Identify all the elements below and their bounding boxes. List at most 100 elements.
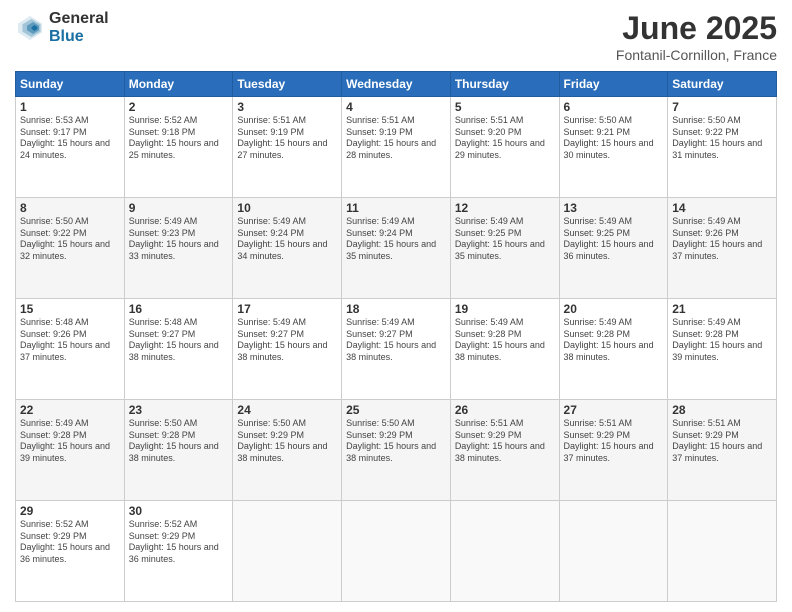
day-number: 7 [672,100,772,114]
day-info: Sunrise: 5:50 AMSunset: 9:29 PMDaylight:… [346,418,446,465]
day-info: Sunrise: 5:49 AMSunset: 9:23 PMDaylight:… [129,216,229,263]
calendar-cell: 25 Sunrise: 5:50 AMSunset: 9:29 PMDaylig… [342,400,451,501]
calendar-cell: 9 Sunrise: 5:49 AMSunset: 9:23 PMDayligh… [124,198,233,299]
calendar-day-header: Wednesday [342,72,451,97]
calendar-cell: 22 Sunrise: 5:49 AMSunset: 9:28 PMDaylig… [16,400,125,501]
logo: General Blue [15,10,109,45]
location: Fontanil-Cornillon, France [616,47,777,63]
calendar-cell: 15 Sunrise: 5:48 AMSunset: 9:26 PMDaylig… [16,299,125,400]
calendar-cell: 12 Sunrise: 5:49 AMSunset: 9:25 PMDaylig… [450,198,559,299]
calendar-cell: 10 Sunrise: 5:49 AMSunset: 9:24 PMDaylig… [233,198,342,299]
calendar-cell: 23 Sunrise: 5:50 AMSunset: 9:28 PMDaylig… [124,400,233,501]
day-number: 12 [455,201,555,215]
calendar-cell: 2 Sunrise: 5:52 AMSunset: 9:18 PMDayligh… [124,97,233,198]
day-info: Sunrise: 5:50 AMSunset: 9:29 PMDaylight:… [237,418,337,465]
calendar-cell: 20 Sunrise: 5:49 AMSunset: 9:28 PMDaylig… [559,299,668,400]
day-info: Sunrise: 5:49 AMSunset: 9:26 PMDaylight:… [672,216,772,263]
calendar-day-header: Saturday [668,72,777,97]
day-info: Sunrise: 5:51 AMSunset: 9:20 PMDaylight:… [455,115,555,162]
calendar-cell: 29 Sunrise: 5:52 AMSunset: 9:29 PMDaylig… [16,501,125,602]
calendar-cell: 1 Sunrise: 5:53 AMSunset: 9:17 PMDayligh… [16,97,125,198]
day-info: Sunrise: 5:51 AMSunset: 9:19 PMDaylight:… [237,115,337,162]
day-info: Sunrise: 5:49 AMSunset: 9:27 PMDaylight:… [237,317,337,364]
calendar-cell: 28 Sunrise: 5:51 AMSunset: 9:29 PMDaylig… [668,400,777,501]
calendar-cell [233,501,342,602]
day-number: 5 [455,100,555,114]
calendar-cell: 14 Sunrise: 5:49 AMSunset: 9:26 PMDaylig… [668,198,777,299]
calendar-week-row: 8 Sunrise: 5:50 AMSunset: 9:22 PMDayligh… [16,198,777,299]
logo-blue-text: Blue [49,28,109,46]
day-number: 27 [564,403,664,417]
calendar-cell: 27 Sunrise: 5:51 AMSunset: 9:29 PMDaylig… [559,400,668,501]
day-info: Sunrise: 5:50 AMSunset: 9:21 PMDaylight:… [564,115,664,162]
calendar-cell: 7 Sunrise: 5:50 AMSunset: 9:22 PMDayligh… [668,97,777,198]
month-title: June 2025 [616,10,777,47]
calendar-cell [668,501,777,602]
day-number: 8 [20,201,120,215]
day-number: 21 [672,302,772,316]
calendar-cell: 18 Sunrise: 5:49 AMSunset: 9:27 PMDaylig… [342,299,451,400]
calendar-cell [342,501,451,602]
day-number: 17 [237,302,337,316]
day-number: 1 [20,100,120,114]
calendar-day-header: Thursday [450,72,559,97]
day-number: 23 [129,403,229,417]
calendar-cell: 24 Sunrise: 5:50 AMSunset: 9:29 PMDaylig… [233,400,342,501]
day-info: Sunrise: 5:51 AMSunset: 9:29 PMDaylight:… [455,418,555,465]
day-info: Sunrise: 5:49 AMSunset: 9:28 PMDaylight:… [455,317,555,364]
title-block: June 2025 Fontanil-Cornillon, France [616,10,777,63]
calendar-cell: 21 Sunrise: 5:49 AMSunset: 9:28 PMDaylig… [668,299,777,400]
day-info: Sunrise: 5:51 AMSunset: 9:29 PMDaylight:… [672,418,772,465]
day-number: 30 [129,504,229,518]
calendar-cell: 8 Sunrise: 5:50 AMSunset: 9:22 PMDayligh… [16,198,125,299]
day-number: 24 [237,403,337,417]
day-info: Sunrise: 5:49 AMSunset: 9:28 PMDaylight:… [564,317,664,364]
day-number: 18 [346,302,446,316]
calendar-cell: 6 Sunrise: 5:50 AMSunset: 9:21 PMDayligh… [559,97,668,198]
day-number: 14 [672,201,772,215]
day-info: Sunrise: 5:50 AMSunset: 9:28 PMDaylight:… [129,418,229,465]
calendar-day-header: Sunday [16,72,125,97]
calendar-week-row: 29 Sunrise: 5:52 AMSunset: 9:29 PMDaylig… [16,501,777,602]
calendar-header-row: SundayMondayTuesdayWednesdayThursdayFrid… [16,72,777,97]
calendar-cell: 16 Sunrise: 5:48 AMSunset: 9:27 PMDaylig… [124,299,233,400]
header: General Blue June 2025 Fontanil-Cornillo… [15,10,777,63]
calendar-week-row: 1 Sunrise: 5:53 AMSunset: 9:17 PMDayligh… [16,97,777,198]
day-number: 29 [20,504,120,518]
calendar-day-header: Monday [124,72,233,97]
calendar-cell: 4 Sunrise: 5:51 AMSunset: 9:19 PMDayligh… [342,97,451,198]
day-info: Sunrise: 5:49 AMSunset: 9:24 PMDaylight:… [346,216,446,263]
calendar-week-row: 15 Sunrise: 5:48 AMSunset: 9:26 PMDaylig… [16,299,777,400]
day-info: Sunrise: 5:50 AMSunset: 9:22 PMDaylight:… [20,216,120,263]
calendar-table: SundayMondayTuesdayWednesdayThursdayFrid… [15,71,777,602]
day-number: 2 [129,100,229,114]
calendar-cell [559,501,668,602]
calendar-cell: 11 Sunrise: 5:49 AMSunset: 9:24 PMDaylig… [342,198,451,299]
day-info: Sunrise: 5:50 AMSunset: 9:22 PMDaylight:… [672,115,772,162]
day-info: Sunrise: 5:53 AMSunset: 9:17 PMDaylight:… [20,115,120,162]
day-number: 11 [346,201,446,215]
day-number: 25 [346,403,446,417]
day-info: Sunrise: 5:49 AMSunset: 9:25 PMDaylight:… [564,216,664,263]
day-number: 19 [455,302,555,316]
day-number: 10 [237,201,337,215]
day-number: 3 [237,100,337,114]
day-info: Sunrise: 5:52 AMSunset: 9:29 PMDaylight:… [20,519,120,566]
calendar-cell: 3 Sunrise: 5:51 AMSunset: 9:19 PMDayligh… [233,97,342,198]
day-info: Sunrise: 5:49 AMSunset: 9:25 PMDaylight:… [455,216,555,263]
day-info: Sunrise: 5:49 AMSunset: 9:27 PMDaylight:… [346,317,446,364]
day-number: 28 [672,403,772,417]
calendar-cell [450,501,559,602]
calendar-cell: 26 Sunrise: 5:51 AMSunset: 9:29 PMDaylig… [450,400,559,501]
day-number: 6 [564,100,664,114]
day-number: 15 [20,302,120,316]
calendar-cell: 19 Sunrise: 5:49 AMSunset: 9:28 PMDaylig… [450,299,559,400]
calendar-day-header: Tuesday [233,72,342,97]
calendar-cell: 5 Sunrise: 5:51 AMSunset: 9:20 PMDayligh… [450,97,559,198]
day-info: Sunrise: 5:52 AMSunset: 9:29 PMDaylight:… [129,519,229,566]
day-info: Sunrise: 5:49 AMSunset: 9:24 PMDaylight:… [237,216,337,263]
calendar-cell: 30 Sunrise: 5:52 AMSunset: 9:29 PMDaylig… [124,501,233,602]
day-number: 26 [455,403,555,417]
day-info: Sunrise: 5:51 AMSunset: 9:19 PMDaylight:… [346,115,446,162]
page: General Blue June 2025 Fontanil-Cornillo… [0,0,792,612]
